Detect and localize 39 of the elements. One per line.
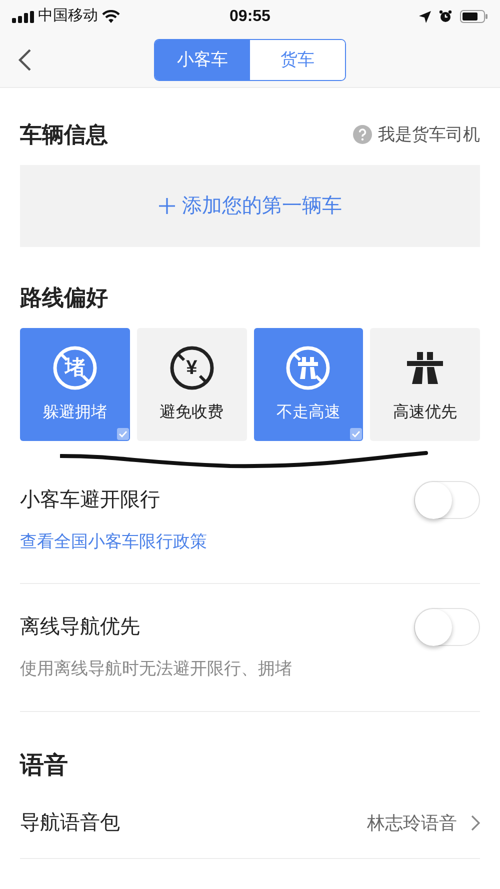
no-congestion-icon xyxy=(52,344,98,390)
route-option[interactable]: ¥ 避免收费 xyxy=(136,328,246,441)
toggle-switch[interactable] xyxy=(414,481,480,519)
section-title: 语音 xyxy=(20,751,69,781)
truck-driver-link[interactable]: 我是货车司机 xyxy=(378,122,480,148)
route-option[interactable]: 堵 躲避拥堵 xyxy=(20,328,130,441)
alarm-clock-icon xyxy=(439,10,452,23)
highway-icon xyxy=(405,350,446,386)
check-corner-icon xyxy=(350,428,362,440)
back-icon[interactable] xyxy=(18,48,32,72)
icon-glyph: 堵 xyxy=(64,358,85,378)
setting-label: 小客车避开限行 xyxy=(20,488,160,513)
restriction-policy-link[interactable]: 查看全国小客车限行政策 xyxy=(20,529,480,554)
add-vehicle-button[interactable]: 添加您的第一辆车 xyxy=(20,165,480,247)
section-title: 车辆信息 xyxy=(20,121,108,149)
section-title: 路线偏好 xyxy=(20,284,109,312)
carrier-name: 中国移动 xyxy=(38,6,98,26)
vehicle-tab[interactable]: 小客车 xyxy=(155,40,250,80)
plus-icon xyxy=(158,197,176,215)
row-value: 林志玲语音 xyxy=(367,812,457,834)
chevron-right-icon xyxy=(471,815,480,831)
setting-note: 使用离线导航时无法避开限行、拥堵 xyxy=(20,658,293,680)
voice-pack-row[interactable]: 导航语音包 林志玲语音 xyxy=(20,808,480,859)
no-highway-icon xyxy=(285,344,332,390)
row-label: 导航语音包 xyxy=(20,811,120,836)
route-option[interactable]: 高速优先 xyxy=(370,328,480,441)
check-corner-icon xyxy=(116,428,129,440)
no-yen-icon xyxy=(168,344,215,390)
signal-icon xyxy=(12,10,34,22)
setting-label: 离线导航优先 xyxy=(20,614,140,640)
toggle-switch[interactable] xyxy=(414,608,480,646)
vehicle-tab[interactable]: 货车 xyxy=(250,40,345,80)
clock-time: 09:55 xyxy=(230,6,270,26)
location-arrow-icon xyxy=(419,10,431,22)
wifi-icon xyxy=(102,10,120,23)
route-option[interactable]: 不走高速 xyxy=(254,328,364,441)
icon-glyph: ¥ xyxy=(186,358,198,378)
help-icon xyxy=(353,125,372,144)
battery-icon xyxy=(460,10,488,23)
